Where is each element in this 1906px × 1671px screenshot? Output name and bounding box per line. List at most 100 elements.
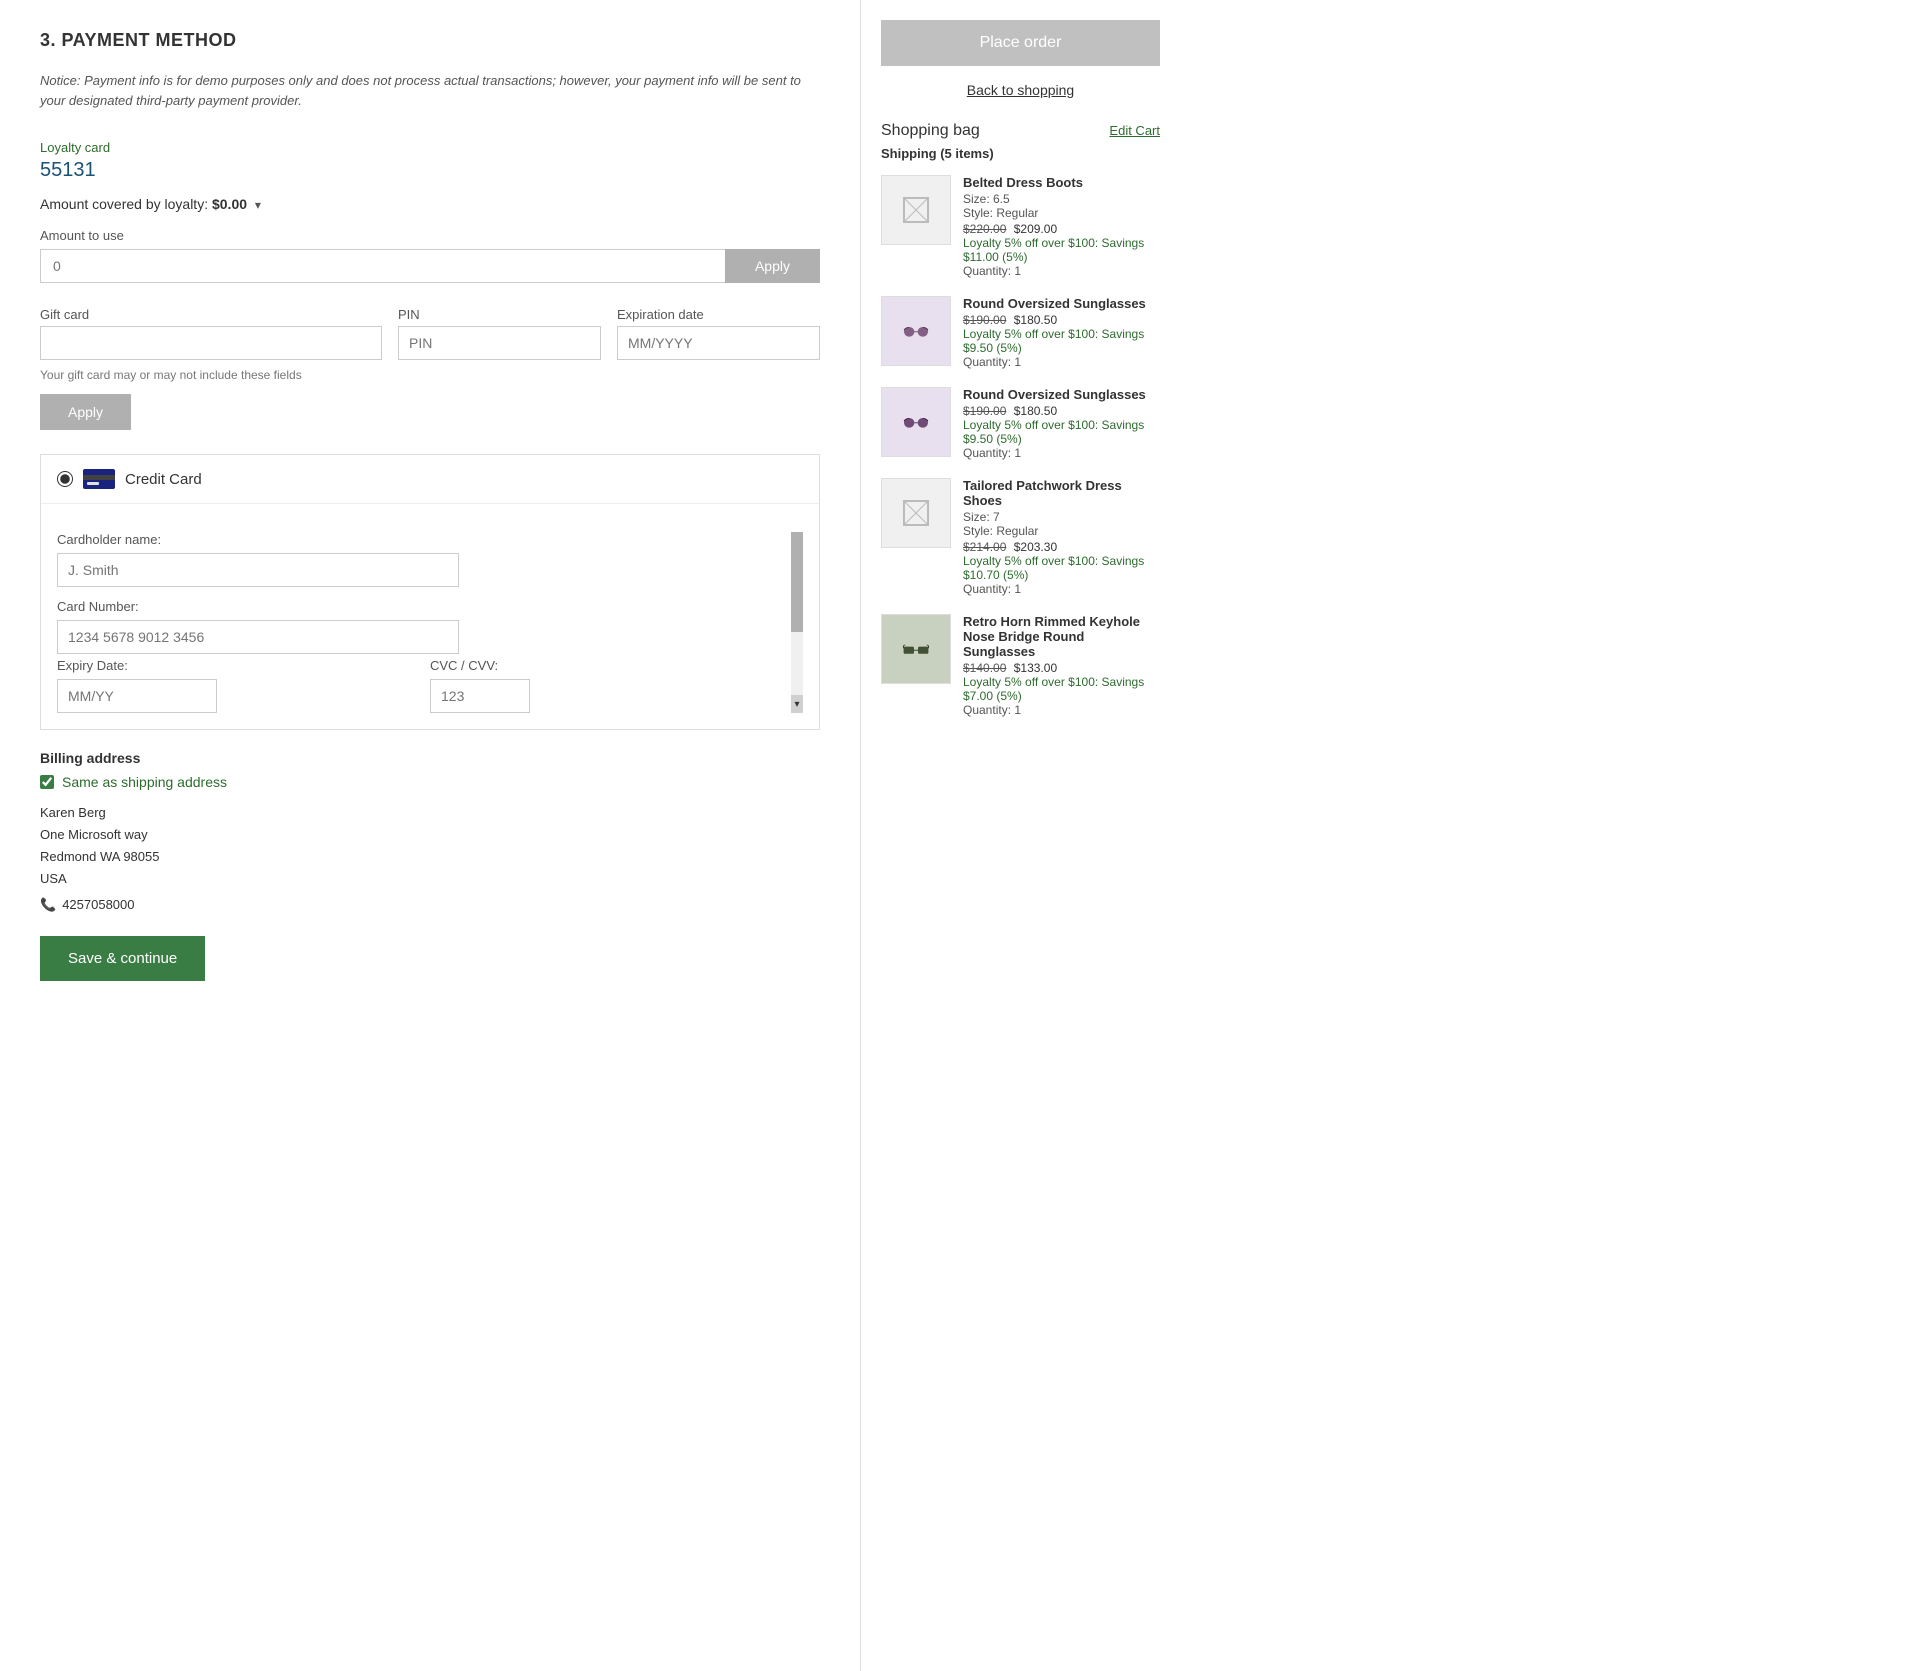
cart-item-new-price: $133.00 (1014, 661, 1057, 675)
cart-item-new-price: $180.50 (1014, 404, 1057, 418)
gift-card-label: Gift card (40, 307, 382, 322)
cvc-label: CVC / CVV: (430, 658, 787, 673)
billing-title: Billing address (40, 750, 820, 766)
gift-card-apply-button[interactable]: Apply (40, 394, 131, 430)
gift-card-field: Gift card (40, 307, 382, 360)
cart-item-thumbnail (881, 387, 951, 457)
cart-item-name: Retro Horn Rimmed Keyhole Nose Bridge Ro… (963, 614, 1160, 659)
credit-card-radio[interactable] (57, 471, 73, 487)
cart-item: Round Oversized Sunglasses $190.00 $180.… (881, 296, 1160, 369)
cart-item-info: Tailored Patchwork Dress Shoes Size: 7 S… (963, 478, 1160, 596)
loyalty-apply-button[interactable]: Apply (725, 249, 820, 283)
card-bottom-row: Expiry Date: CVC / CVV: (57, 658, 787, 713)
billing-phone-row: 📞 4257058000 (40, 894, 820, 916)
cart-item-old-price: $140.00 (963, 661, 1006, 675)
cart-item-old-price: $220.00 (963, 222, 1006, 236)
same-as-shipping-label[interactable]: Same as shipping address (62, 774, 227, 790)
cart-item-quantity: Quantity: 1 (963, 264, 1160, 278)
loyalty-section: Loyalty card 55131 Amount covered by loy… (40, 140, 820, 283)
cart-item-thumbnail (881, 614, 951, 684)
card-number-label: Card Number: (57, 599, 787, 614)
cart-item-prices: $190.00 $180.50 (963, 313, 1160, 327)
payment-body: ▾ Cardholder name: Card Number: Expiry D… (41, 504, 819, 729)
billing-name: Karen Berg (40, 802, 820, 824)
cart-item-name: Tailored Patchwork Dress Shoes (963, 478, 1160, 508)
amount-use-label: Amount to use (40, 228, 820, 243)
cart-item-new-price: $203.30 (1014, 540, 1057, 554)
cart-item-loyalty: Loyalty 5% off over $100: Savings $9.50 … (963, 327, 1160, 355)
cart-item-style: Style: Regular (963, 524, 1160, 538)
billing-address1: One Microsoft way (40, 824, 820, 846)
cvc-field: CVC / CVV: (430, 658, 787, 713)
pin-input[interactable] (398, 326, 601, 360)
cart-item-size: Size: 6.5 (963, 192, 1160, 206)
dropdown-arrow-icon[interactable]: ▾ (255, 198, 261, 212)
payment-header: Credit Card (41, 455, 819, 504)
scrollbar-track: ▾ (791, 532, 803, 713)
credit-card-icon (83, 469, 115, 489)
pin-label: PIN (398, 307, 601, 322)
place-order-button[interactable]: Place order (881, 20, 1160, 66)
cvc-input[interactable] (430, 679, 530, 713)
gift-card-note: Your gift card may or may not include th… (40, 368, 820, 382)
expiry-label: Expiry Date: (57, 658, 414, 673)
cart-item-thumbnail (881, 478, 951, 548)
card-number-input[interactable] (57, 620, 459, 654)
cart-item-old-price: $214.00 (963, 540, 1006, 554)
amount-to-use-input[interactable] (40, 249, 725, 283)
cart-item-prices: $220.00 $209.00 (963, 222, 1160, 236)
cardholder-label: Cardholder name: (57, 532, 787, 547)
loyalty-label: Loyalty card (40, 140, 820, 155)
same-as-shipping-checkbox[interactable] (40, 775, 54, 789)
edit-cart-link[interactable]: Edit Cart (1109, 123, 1160, 138)
phone-icon: 📞 (40, 894, 56, 916)
cart-item-info: Round Oversized Sunglasses $190.00 $180.… (963, 296, 1160, 369)
expiry-input[interactable] (57, 679, 217, 713)
cardholder-name-input[interactable] (57, 553, 459, 587)
cart-item-new-price: $180.50 (1014, 313, 1057, 327)
billing-country: USA (40, 868, 820, 890)
shopping-bag-header: Shopping bag Edit Cart (881, 122, 1160, 140)
save-continue-button[interactable]: Save & continue (40, 936, 205, 981)
cart-item-info: Round Oversized Sunglasses $190.00 $180.… (963, 387, 1160, 460)
cart-item-info: Retro Horn Rimmed Keyhole Nose Bridge Ro… (963, 614, 1160, 717)
cart-item-prices: $140.00 $133.00 (963, 661, 1160, 675)
back-to-shopping-link[interactable]: Back to shopping (967, 82, 1074, 98)
billing-city-state-zip: Redmond WA 98055 (40, 846, 820, 868)
payment-method-section: Credit Card ▾ Cardholder name: Card Numb… (40, 454, 820, 730)
cart-item-loyalty: Loyalty 5% off over $100: Savings $10.70… (963, 554, 1160, 582)
loyalty-number: 55131 (40, 159, 820, 182)
gift-card-input[interactable] (40, 326, 382, 360)
cart-item-quantity: Quantity: 1 (963, 703, 1160, 717)
same-as-shipping-row: Same as shipping address (40, 774, 820, 790)
cart-item-info: Belted Dress Boots Size: 6.5 Style: Regu… (963, 175, 1160, 278)
expiration-label: Expiration date (617, 307, 820, 322)
amount-covered: Amount covered by loyalty: $0.00 ▾ (40, 196, 820, 212)
cart-item-quantity: Quantity: 1 (963, 355, 1160, 369)
cart-item-prices: $214.00 $203.30 (963, 540, 1160, 554)
cart-item: Retro Horn Rimmed Keyhole Nose Bridge Ro… (881, 614, 1160, 717)
shopping-bag-title: Shopping bag (881, 122, 980, 140)
billing-section: Billing address Same as shipping address… (40, 750, 820, 916)
cart-item-new-price: $209.00 (1014, 222, 1057, 236)
cart-item-loyalty: Loyalty 5% off over $100: Savings $11.00… (963, 236, 1160, 264)
payment-method-label: Credit Card (125, 471, 202, 488)
cart-item: Belted Dress Boots Size: 6.5 Style: Regu… (881, 175, 1160, 278)
billing-phone: 4257058000 (62, 894, 134, 916)
cart-item-loyalty: Loyalty 5% off over $100: Savings $9.50 … (963, 418, 1160, 446)
cart-item: Round Oversized Sunglasses $190.00 $180.… (881, 387, 1160, 460)
cart-item-style: Style: Regular (963, 206, 1160, 220)
cart-item-name: Belted Dress Boots (963, 175, 1160, 190)
cart-item: Tailored Patchwork Dress Shoes Size: 7 S… (881, 478, 1160, 596)
cart-item-quantity: Quantity: 1 (963, 446, 1160, 460)
expiration-input[interactable] (617, 326, 820, 360)
cart-item-prices: $190.00 $180.50 (963, 404, 1160, 418)
billing-address: Karen Berg One Microsoft way Redmond WA … (40, 802, 820, 916)
page-title: 3. PAYMENT METHOD (40, 30, 820, 51)
scrollbar-thumb[interactable] (791, 532, 803, 632)
scroll-down-arrow[interactable]: ▾ (791, 695, 803, 713)
cart-item-size: Size: 7 (963, 510, 1160, 524)
cart-item-thumbnail (881, 296, 951, 366)
sidebar: Place order Back to shopping Shopping ba… (860, 0, 1180, 1671)
notice-text: Notice: Payment info is for demo purpose… (40, 71, 820, 110)
